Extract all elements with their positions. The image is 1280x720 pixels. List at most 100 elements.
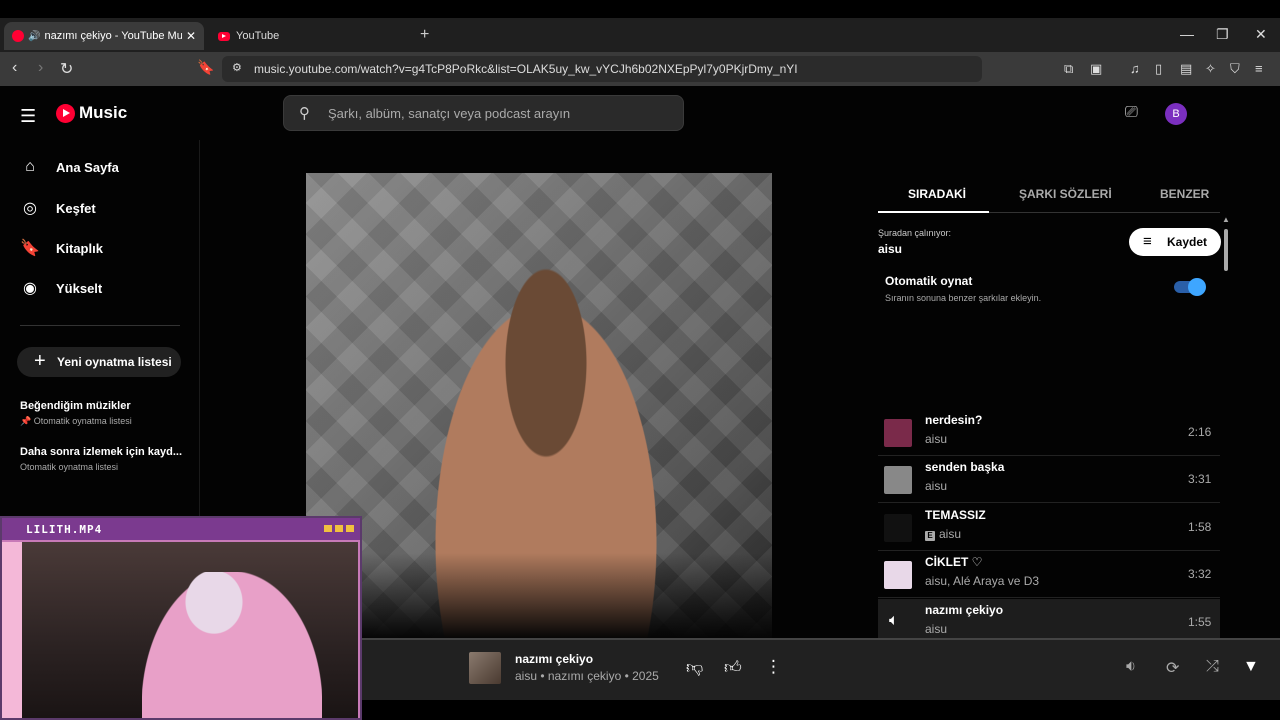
collapse-player-icon[interactable]: ▼ [1243,658,1259,676]
browser-toolbar: ‹ › ↻ 🔖 ⚙ music.youtube.com/watch?v=g4Tc… [0,52,1280,86]
tab-title: YouTube [236,30,280,42]
youtube-music-favicon-icon [12,30,24,42]
music-icon[interactable]: ♫ [1130,61,1140,76]
leo-icon[interactable]: ✧ [1205,61,1216,77]
sidebar-item-label: Kitaplık [56,240,103,256]
webcam-person [142,572,322,718]
avatar[interactable]: B [1165,103,1187,125]
wallet-icon[interactable]: ▤ [1180,61,1192,77]
speaker-icon[interactable]: 🔊 [28,31,40,42]
sidebar-item-home[interactable]: ⌂ Ana Sayfa [20,158,119,176]
tab-youtube[interactable]: YouTube [210,22,410,50]
autoplay-toggle[interactable] [1174,278,1206,296]
webcam-video [22,542,358,718]
webcam-frame-left [2,542,22,718]
queue-artist-name: aisu [925,621,948,636]
queue-artist: Eaisu [925,527,961,541]
restore-icon[interactable]: ❐ [1216,26,1229,43]
address-bar[interactable]: ⚙ music.youtube.com/watch?v=g4TcP8PoRkc&… [222,56,982,82]
new-playlist-button[interactable]: + Yeni oynatma listesi [17,347,181,377]
sidebar-item-explore[interactable]: ◎ Keşfet [20,198,96,218]
queue-item[interactable]: TEMASSIZ Eaisu 1:58 [878,504,1220,551]
webcam-overlay: LILITH.MP4 [0,516,362,720]
site-settings-icon[interactable]: ⚙ [232,61,242,74]
like-icon[interactable]: 👍︎ [724,657,742,678]
repeat-icon[interactable]: ⟳ [1166,658,1179,678]
queue-artist: aisu [925,479,947,493]
playlist-subtitle: 📌 Otomatik oynatma listesi [20,416,132,426]
close-window-icon[interactable]: ✕ [1255,26,1267,43]
sidebar-icon[interactable]: ▯ [1155,61,1162,77]
home-icon: ⌂ [25,158,35,175]
shuffle-icon[interactable]: ⤮ [1206,658,1219,676]
playing-from-label: Şuradan çalınıyor: [878,228,952,238]
logo-text: Music [79,103,128,122]
queue-item[interactable]: senden başka aisu 3:31 [878,456,1220,504]
screenshot-icon[interactable]: ▣ [1090,61,1102,77]
more-options-icon[interactable]: ⋮ [765,657,782,677]
back-icon[interactable]: ‹ [12,59,17,77]
menu-icon[interactable]: ≡ [1255,61,1263,76]
pin-icon: 📌 [20,416,34,426]
queue-title: senden başka [925,460,1005,475]
autoplay-title: Otomatik oynat [885,274,973,288]
queue-artist-name: aisu [925,432,948,446]
youtube-music-logo[interactable]: Music [56,103,127,123]
search-icon: ⚲ [299,105,310,122]
cast-icon[interactable]: ⎚ [1125,104,1138,122]
tab-youtube-music[interactable]: 🔊 nazımı çekiyo - YouTube Music ✕ [4,22,204,50]
queue-thumbnail[interactable] [884,419,912,447]
sidebar-item-label: Keşfet [56,200,96,216]
tab-lyrics[interactable]: ŞARKI SÖZLERİ [1019,187,1112,201]
library-icon: 🔖 [20,240,40,257]
minimize-icon[interactable]: — [1180,26,1194,42]
search-input[interactable]: ⚲ Şarkı, albüm, sanatçı veya podcast ara… [283,95,684,131]
playing-from-value[interactable]: aisu [878,242,902,256]
queue-thumbnail[interactable] [884,466,912,495]
tab-related[interactable]: BENZER [1160,187,1209,201]
playlist-title: Daha sonra izlemek için kayd... [20,446,183,458]
playlist-subtitle: Otomatik oynatma listesi [20,462,119,472]
extensions-icon[interactable]: ⧉ [1064,61,1073,77]
save-button[interactable]: ≡ Kaydet [1129,228,1221,256]
reload-icon[interactable]: ↻ [60,59,73,79]
queue-title: TEMASSIZ [925,507,986,522]
dislike-icon[interactable]: 👎︎ [686,657,703,678]
volume-icon[interactable]: 🔉︎ [1126,658,1136,676]
playlist-add-icon: ≡ [1143,233,1152,250]
queue-artist: aisu [925,432,947,446]
youtube-favicon-icon [218,31,230,41]
new-tab-button[interactable]: + [420,26,429,44]
queue-duration: 1:58 [1188,519,1212,534]
album-art [306,173,772,639]
now-playing-thumbnail[interactable] [469,652,501,684]
queue-item[interactable]: nerdesin? aisu 2:16 [878,409,1220,456]
sidebar-item-library[interactable]: 🔖 Kitaplık [20,238,103,258]
queue-item[interactable]: CİKLET ♡ aisu, Alé Araya ve D3 3:32 [878,551,1220,599]
art-shade [306,553,772,639]
tab-title: nazımı çekiyo - YouTube Music [44,30,182,42]
webcam-close-icon [346,525,354,532]
scrollbar[interactable] [1224,229,1228,271]
playlist-title: Beğendiğim müzikler [20,400,131,412]
queue-thumbnail[interactable] [884,513,912,542]
explicit-icon: E [925,530,935,541]
queue-title: nerdesin? [925,413,983,427]
tab-up-next[interactable]: SIRADAKİ [908,187,966,201]
close-tab-icon[interactable]: ✕ [186,29,196,43]
bookmark-icon[interactable]: 🔖 [197,59,214,76]
playlist-watch-later[interactable]: Daha sonra izlemek için kayd... Otomatik… [20,446,182,472]
new-playlist-label: Yeni oynatma listesi [57,355,172,369]
now-playing-subtitle[interactable]: aisu • nazımı çekiyo • 2025 [515,669,659,683]
scroll-up-icon[interactable]: ▲ [1222,215,1230,224]
now-playing-speaker-icon: 🔈︎ [889,611,899,629]
now-playing-title[interactable]: nazımı çekiyo [515,652,593,666]
sidebar-item-label: Ana Sayfa [56,159,119,175]
hamburger-menu-icon[interactable]: ☰ [20,106,36,127]
forward-icon[interactable]: › [38,59,43,77]
vpn-icon[interactable]: ⛉ [1230,61,1240,77]
playlist-liked-music[interactable]: Beğendiğim müzikler 📌 Otomatik oynatma l… [20,400,132,427]
queue-title: nazımı çekiyo [925,602,1004,617]
sidebar-item-upgrade[interactable]: ◉ Yükselt [20,278,102,298]
queue-thumbnail[interactable] [884,561,912,590]
